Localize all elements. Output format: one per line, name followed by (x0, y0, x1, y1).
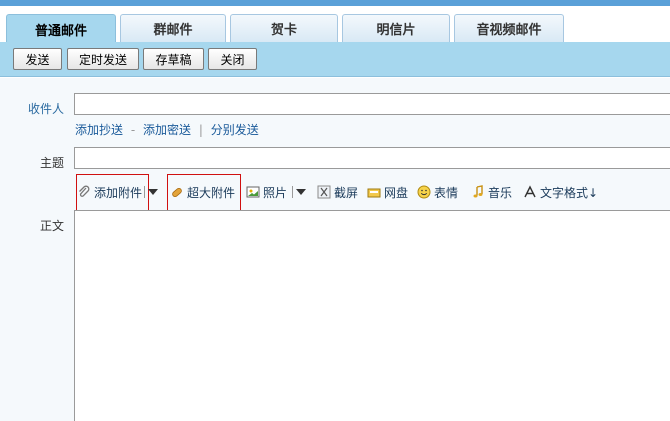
paperclip-icon (77, 185, 91, 199)
divider (144, 186, 145, 198)
dropdown-caret-icon[interactable] (296, 189, 306, 195)
music-label: 音乐 (488, 185, 513, 200)
tab-greeting-card[interactable]: 贺卡 (230, 14, 338, 42)
netdisk-icon (367, 185, 381, 199)
tab-normal-mail[interactable]: 普通邮件 (6, 14, 116, 43)
tab-postcard[interactable]: 明信片 (342, 14, 450, 42)
tab-label: 贺卡 (270, 23, 297, 38)
screenshot-label: 截屏 (334, 185, 359, 200)
compose-toolbar: 发送 定时发送 存草稿 关闭 (0, 42, 670, 77)
recipient-links: 添加抄送 - 添加密送 | 分别发送 (75, 121, 259, 138)
tab-label: 普通邮件 (34, 23, 87, 39)
photo-label: 照片 (263, 185, 288, 200)
text-format-label: 文字格式↓ (540, 185, 599, 200)
dropdown-caret-icon[interactable] (148, 189, 158, 195)
add-bcc-link[interactable]: 添加密送 (143, 123, 191, 137)
add-attachment-button[interactable]: 添加附件 (77, 177, 142, 207)
to-field[interactable] (74, 93, 670, 115)
large-attachment-label: 超大附件 (187, 185, 236, 200)
scheduled-send-button[interactable]: 定时发送 (67, 48, 139, 70)
link-separator-dash: - (130, 123, 136, 137)
tab-label: 群邮件 (153, 23, 193, 38)
text-format-button[interactable]: 文字格式↓ (523, 177, 598, 207)
attachment-toolbar: 添加附件 超大附件 照片 截屏 网盘 表情 音乐 文字格式↓ (74, 174, 670, 211)
music-button[interactable]: 音乐 (471, 177, 512, 207)
scissors-icon (317, 185, 331, 199)
add-attachment-label: 添加附件 (94, 185, 143, 200)
body-editor[interactable] (74, 210, 670, 421)
compose-tabs: 普通邮件 群邮件 贺卡 明信片 音视频邮件 (0, 6, 670, 43)
large-attachment-button[interactable]: 超大附件 (170, 177, 235, 207)
tab-label: 明信片 (376, 23, 416, 38)
send-button[interactable]: 发送 (13, 48, 62, 70)
link-separator-pipe: | (198, 123, 203, 137)
music-note-icon (471, 185, 485, 199)
photo-button[interactable]: 照片 (246, 177, 287, 207)
netdisk-label: 网盘 (384, 185, 409, 200)
separate-send-link[interactable]: 分别发送 (211, 123, 259, 137)
add-cc-link[interactable]: 添加抄送 (75, 123, 123, 137)
close-button[interactable]: 关闭 (208, 48, 257, 70)
screenshot-button[interactable]: 截屏 (317, 177, 358, 207)
tab-group-mail[interactable]: 群邮件 (120, 14, 226, 42)
compose-form: 收件人 添加抄送 - 添加密送 | 分别发送 主题 添加附件 超大附件 照片 截… (0, 78, 670, 421)
subject-label: 主题 (39, 156, 64, 170)
emoticon-label: 表情 (434, 185, 459, 200)
photo-icon (246, 185, 260, 199)
divider (292, 186, 293, 198)
save-draft-button[interactable]: 存草稿 (143, 48, 204, 70)
netdisk-button[interactable]: 网盘 (367, 177, 408, 207)
smiley-icon (417, 185, 431, 199)
emoticon-button[interactable]: 表情 (417, 177, 458, 207)
large-attachment-icon (170, 185, 184, 199)
subject-field[interactable] (74, 147, 670, 169)
tab-label: 音视频邮件 (476, 23, 542, 38)
body-label: 正文 (39, 219, 64, 233)
to-label: 收件人 (27, 102, 64, 116)
text-format-icon (523, 185, 537, 199)
tab-av-mail[interactable]: 音视频邮件 (454, 14, 564, 42)
